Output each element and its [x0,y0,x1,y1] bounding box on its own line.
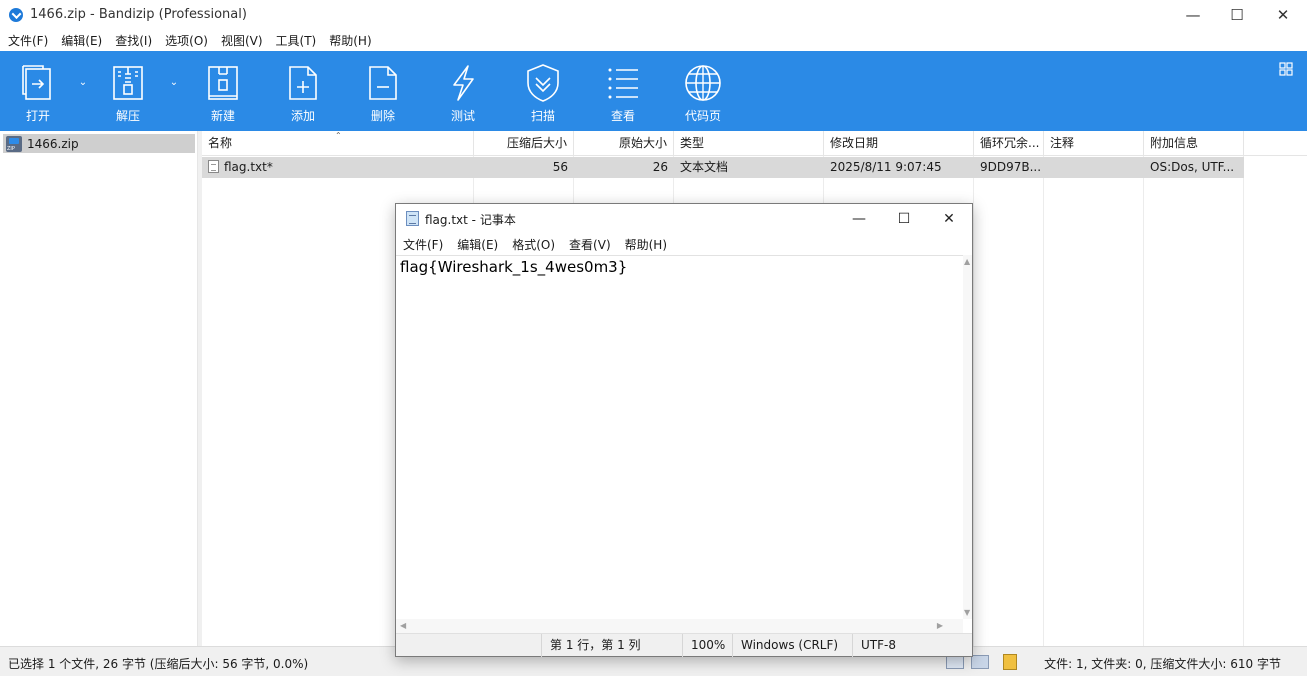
extract-icon [108,63,148,103]
notepad-horizontal-scrollbar[interactable]: ◀ ▶ [396,619,963,633]
sort-ascending-icon: ⌃ [335,131,342,140]
add-file-icon [283,63,323,103]
notepad-menu-edit[interactable]: 编辑(E) [457,236,498,253]
notepad-menu-help[interactable]: 帮助(H) [625,236,667,253]
view-label: 查看 [610,109,635,123]
menu-edit[interactable]: 编辑(E) [61,32,102,49]
bandizip-app-icon [9,8,23,22]
delete-label: 删除 [370,109,395,123]
file-compressed-size: 56 [552,160,568,174]
column-crc[interactable]: 循环冗余... [974,131,1044,156]
notepad-close-button[interactable]: ✕ [926,204,972,233]
menu-options[interactable]: 选项(O) [165,32,208,49]
extract-dropdown-chevron-icon[interactable]: ⌄ [168,75,180,89]
details-view-icon[interactable] [946,655,964,669]
menu-file[interactable]: 文件(F) [8,32,48,49]
column-original-size[interactable]: 原始大小 [574,131,674,156]
tree-item-archive[interactable]: 1466.zip [3,134,195,153]
notepad-menu-file[interactable]: 文件(F) [403,236,443,253]
scroll-up-icon[interactable]: ▲ [964,257,970,266]
new-label: 新建 [210,109,235,123]
file-comment [1044,157,1144,178]
zoom-level: 100% [682,634,732,657]
selection-status: 已选择 1 个文件, 26 字节 (压缩后大小: 56 字节, 0.0%) [8,657,309,671]
lightning-icon [443,63,483,103]
add-label: 添加 [290,109,315,123]
column-header: 名称 ⌃ 压缩后大小 原始大小 类型 修改日期 循环冗余... 注释 附加信息 [202,131,1307,156]
minimize-button[interactable]: — [1170,0,1216,30]
folder-lock-icon[interactable] [1003,654,1017,670]
column-modified[interactable]: 修改日期 [824,131,974,156]
test-button[interactable]: 测试 [428,51,498,131]
zip-archive-icon [6,135,22,152]
open-label: 打开 [25,109,50,123]
scroll-left-icon[interactable]: ◀ [400,621,406,630]
title-bar: 1466.zip - Bandizip (Professional) — ☐ ✕ [0,0,1307,30]
encoding: UTF-8 [852,634,960,657]
table-row[interactable]: flag.txt* 56 26 文本文档 2025/8/11 9:07:45 9… [202,157,1244,178]
layout-grid-icon[interactable] [1279,62,1293,76]
file-original-size: 26 [652,160,668,174]
maximize-button[interactable]: ☐ [1214,0,1260,30]
scroll-right-icon[interactable]: ▶ [937,621,943,630]
menu-tools[interactable]: 工具(T) [276,32,317,49]
close-button[interactable]: ✕ [1260,0,1306,30]
codepage-button[interactable]: 代码页 [668,51,738,131]
file-crc: 9DD97B... [980,160,1042,174]
new-archive-icon [203,63,243,103]
preview-view-icon[interactable] [971,655,989,669]
scan-button[interactable]: 扫描 [508,51,578,131]
column-extra[interactable]: 附加信息 [1144,131,1244,156]
notepad-maximize-button[interactable]: ☐ [881,204,927,233]
file-modified: 2025/8/11 9:07:45 [830,160,942,174]
file-extra: OS:Dos, UTF... [1150,160,1235,174]
delete-file-icon [363,63,403,103]
file-type: 文本文档 [680,160,729,174]
notepad-minimize-button[interactable]: — [836,204,882,233]
notepad-title: flag.txt - 记事本 [425,213,516,227]
shield-icon [523,63,563,103]
window-title: 1466.zip - Bandizip (Professional) [30,7,247,22]
archive-status: 文件: 1, 文件夹: 0, 压缩文件大小: 610 字节 [1044,657,1281,671]
notepad-menu-bar: 文件(F) 编辑(E) 格式(O) 查看(V) 帮助(H) [396,233,972,255]
notepad-text-area[interactable]: flag{Wireshark_1s_4wes0m3} [396,255,963,619]
column-comment[interactable]: 注释 [1044,131,1144,156]
notepad-content: flag{Wireshark_1s_4wes0m3} [400,258,628,276]
column-type[interactable]: 类型 [674,131,824,156]
notepad-menu-view[interactable]: 查看(V) [569,236,611,253]
menu-bar: 文件(F) 编辑(E) 查找(I) 选项(O) 视图(V) 工具(T) 帮助(H… [0,30,1307,51]
menu-find[interactable]: 查找(I) [115,32,152,49]
column-compressed-size[interactable]: 压缩后大小 [474,131,574,156]
view-button[interactable]: 查看 [588,51,658,131]
notepad-status-bar: 第 1 行，第 1 列 100% Windows (CRLF) UTF-8 [396,633,972,657]
line-ending: Windows (CRLF) [732,634,852,657]
extract-label: 解压 [115,109,140,123]
cursor-position: 第 1 行，第 1 列 [541,634,682,657]
open-dropdown-chevron-icon[interactable]: ⌄ [77,75,89,89]
test-label: 测试 [450,109,475,123]
notepad-vertical-scrollbar[interactable]: ▲ ▼ [963,255,972,619]
toolbar: 打开 ⌄ 解压 ⌄ 新建 添加 删除 测试 扫描 查看 代码页 [0,51,1307,131]
notepad-menu-format[interactable]: 格式(O) [512,236,555,253]
scroll-down-icon[interactable]: ▼ [964,608,970,617]
delete-button[interactable]: 删除 [348,51,418,131]
add-button[interactable]: 添加 [268,51,338,131]
folder-tree: 1466.zip [0,131,198,646]
open-icon [18,63,58,103]
extract-button[interactable]: 解压 [93,51,163,131]
notepad-window: flag.txt - 记事本 — ☐ ✕ 文件(F) 编辑(E) 格式(O) 查… [395,203,973,657]
menu-view[interactable]: 视图(V) [221,32,263,49]
text-file-icon [208,160,219,173]
file-name: flag.txt* [224,160,273,174]
notepad-title-bar: flag.txt - 记事本 — ☐ ✕ [396,204,972,233]
tree-item-label: 1466.zip [27,136,79,151]
open-button[interactable]: 打开 [3,51,73,131]
codepage-label: 代码页 [684,109,721,123]
list-icon [603,63,643,103]
globe-icon [683,63,723,103]
new-button[interactable]: 新建 [188,51,258,131]
menu-help[interactable]: 帮助(H) [329,32,371,49]
scan-label: 扫描 [530,109,555,123]
notepad-icon [406,211,419,226]
